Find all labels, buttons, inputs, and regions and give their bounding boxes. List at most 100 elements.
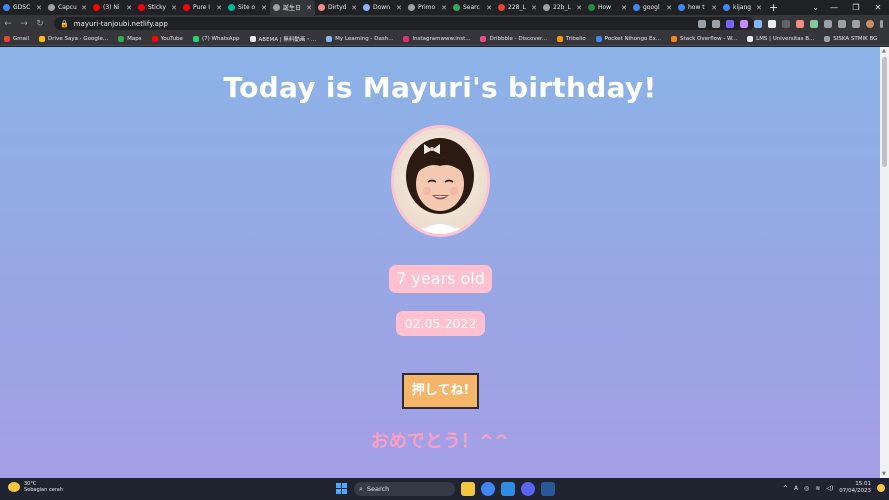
bookmark-item[interactable]: YouTube bbox=[151, 35, 183, 42]
tab-8[interactable]: Down ✕ bbox=[360, 0, 405, 15]
tab-search-dropdown-icon[interactable]: ⌄ bbox=[812, 0, 819, 15]
tab-title: how t bbox=[688, 4, 705, 11]
scroll-up-icon[interactable]: ▲ bbox=[882, 48, 886, 54]
tab-close-icon[interactable]: ✕ bbox=[216, 4, 222, 12]
forward-icon[interactable]: → bbox=[16, 19, 32, 29]
tab-close-icon[interactable]: ✕ bbox=[351, 4, 357, 12]
discord-icon[interactable] bbox=[521, 482, 535, 496]
tab-6[interactable]: 誕生日 ✕ bbox=[270, 0, 315, 15]
tab-close-icon[interactable]: ✕ bbox=[666, 4, 672, 12]
tab-close-icon[interactable]: ✕ bbox=[171, 4, 177, 12]
bookmark-item[interactable]: Gmail bbox=[4, 35, 29, 42]
tab-close-icon[interactable]: ✕ bbox=[441, 4, 447, 12]
scrollbar-thumb[interactable] bbox=[882, 57, 887, 167]
word-icon[interactable] bbox=[541, 482, 555, 496]
windows-taskbar: 30°C Sebagian cerah ⌕ Search ^ A ◎ ≋ ◁) … bbox=[0, 478, 889, 500]
address-bar[interactable]: 🔒 mayuri-tanjoubi.netlify.app bbox=[54, 17, 754, 30]
tab-close-icon[interactable]: ✕ bbox=[711, 4, 717, 12]
clock[interactable]: 15.01 07/04/2023 bbox=[839, 481, 871, 495]
tab-13[interactable]: How ✕ bbox=[585, 0, 630, 15]
restore-icon[interactable]: ❐ bbox=[845, 0, 867, 15]
extension-icon[interactable] bbox=[796, 19, 804, 28]
bookmark-item[interactable]: SISKA STMIK BG bbox=[824, 35, 877, 42]
bookmark-item[interactable]: ABEMA | 無料動画・... bbox=[249, 35, 316, 43]
tab-3[interactable]: Sticky ✕ bbox=[135, 0, 180, 15]
extension-icon[interactable] bbox=[740, 19, 748, 28]
ime-icon[interactable]: A bbox=[794, 485, 798, 492]
tab-close-icon[interactable]: ✕ bbox=[486, 4, 492, 12]
puzzle-icon[interactable] bbox=[824, 19, 832, 28]
tab-9[interactable]: Primo ✕ bbox=[405, 0, 450, 15]
close-window-icon[interactable]: ✕ bbox=[867, 0, 889, 15]
bookmark-item[interactable]: My Learning - Dash... bbox=[326, 35, 393, 42]
press-button[interactable]: 押してね! bbox=[402, 373, 479, 409]
tab-10[interactable]: Searc ✕ bbox=[450, 0, 495, 15]
share-icon[interactable] bbox=[698, 19, 706, 28]
tab-close-icon[interactable]: ✕ bbox=[36, 4, 42, 12]
bookmark-star-icon[interactable] bbox=[712, 19, 720, 28]
extension-icon[interactable] bbox=[754, 19, 762, 28]
weather-widget[interactable]: 30°C Sebagian cerah bbox=[8, 481, 63, 493]
extension-icon[interactable] bbox=[782, 19, 790, 28]
file-explorer-icon[interactable] bbox=[461, 482, 475, 496]
tab-close-icon[interactable]: ✕ bbox=[306, 4, 312, 12]
menu-dots-icon[interactable] bbox=[880, 19, 883, 28]
avatar[interactable] bbox=[866, 19, 874, 28]
wifi-icon[interactable]: ≋ bbox=[815, 485, 820, 492]
bookmark-item[interactable]: Maps bbox=[118, 35, 142, 42]
bookmark-item[interactable]: Dribbble - Discover... bbox=[480, 35, 547, 42]
bookmark-item[interactable]: Stack Overflow - W... bbox=[671, 35, 737, 42]
tab-16[interactable]: kijang ✕ bbox=[720, 0, 765, 15]
tab-11[interactable]: 228_L ✕ bbox=[495, 0, 540, 15]
bookmark-item[interactable]: Drive Saya - Google... bbox=[39, 35, 108, 42]
tab-close-icon[interactable]: ✕ bbox=[126, 4, 132, 12]
tab-15[interactable]: how t ✕ bbox=[675, 0, 720, 15]
tab-2[interactable]: (3) Ni ✕ bbox=[90, 0, 135, 15]
new-tab-icon[interactable]: + bbox=[769, 1, 778, 14]
tab-close-icon[interactable]: ✕ bbox=[576, 4, 582, 12]
tab-0[interactable]: GDSC ✕ bbox=[0, 0, 45, 15]
tab-close-icon[interactable]: ✕ bbox=[396, 4, 402, 12]
tab-close-icon[interactable]: ✕ bbox=[261, 4, 267, 12]
start-icon[interactable] bbox=[336, 483, 347, 494]
search-icon: ⌕ bbox=[359, 484, 363, 493]
vertical-scrollbar[interactable]: ▲ ▼ bbox=[880, 47, 889, 478]
chevron-up-icon[interactable]: ^ bbox=[783, 485, 788, 492]
tab-close-icon[interactable]: ✕ bbox=[756, 4, 762, 12]
bookmark-item[interactable]: Pocket Nihongo Ex... bbox=[595, 35, 661, 42]
bookmark-item[interactable]: Instagramwww.inst... bbox=[403, 35, 470, 42]
scroll-down-icon[interactable]: ▼ bbox=[882, 471, 886, 477]
notification-icon[interactable] bbox=[877, 484, 885, 492]
tab-1[interactable]: Capcu ✕ bbox=[45, 0, 90, 15]
bookmark-favicon bbox=[480, 35, 487, 42]
reading-list-icon[interactable] bbox=[838, 19, 846, 28]
extension-icon[interactable] bbox=[810, 19, 818, 28]
back-icon[interactable]: ← bbox=[0, 19, 16, 29]
bookmark-favicon bbox=[118, 35, 125, 42]
minimize-icon[interactable]: — bbox=[823, 0, 845, 15]
tab-12[interactable]: 22b_L ✕ bbox=[540, 0, 585, 15]
lock-icon[interactable]: 🔒 bbox=[60, 20, 69, 28]
tab-close-icon[interactable]: ✕ bbox=[531, 4, 537, 12]
vscode-icon[interactable] bbox=[501, 482, 515, 496]
volume-icon[interactable]: ◁) bbox=[826, 485, 833, 492]
tab-close-icon[interactable]: ✕ bbox=[81, 4, 87, 12]
bookmark-item[interactable]: LMS | Universitas B... bbox=[747, 35, 814, 42]
bookmark-favicon bbox=[595, 35, 602, 42]
taskbar-search[interactable]: ⌕ Search bbox=[354, 482, 455, 496]
chrome-icon[interactable] bbox=[481, 482, 495, 496]
sync-icon[interactable]: ◎ bbox=[804, 485, 809, 492]
tab-7[interactable]: Dirtyd ✕ bbox=[315, 0, 360, 15]
tab-14[interactable]: googl ✕ bbox=[630, 0, 675, 15]
tab-5[interactable]: Site o ✕ bbox=[225, 0, 270, 15]
tab-close-icon[interactable]: ✕ bbox=[621, 4, 627, 12]
bookmark-item[interactable]: Tribelio bbox=[557, 35, 586, 42]
tab-4[interactable]: Pure I ✕ bbox=[180, 0, 225, 15]
bookmark-label: YouTube bbox=[160, 35, 183, 42]
tab-favicon bbox=[453, 4, 460, 11]
extension-icon[interactable] bbox=[768, 19, 776, 28]
extension-icon[interactable] bbox=[726, 19, 734, 28]
reload-icon[interactable]: ↻ bbox=[32, 19, 48, 29]
bookmark-item[interactable]: (7) WhatsApp bbox=[192, 35, 240, 42]
sidepanel-icon[interactable] bbox=[852, 19, 860, 28]
